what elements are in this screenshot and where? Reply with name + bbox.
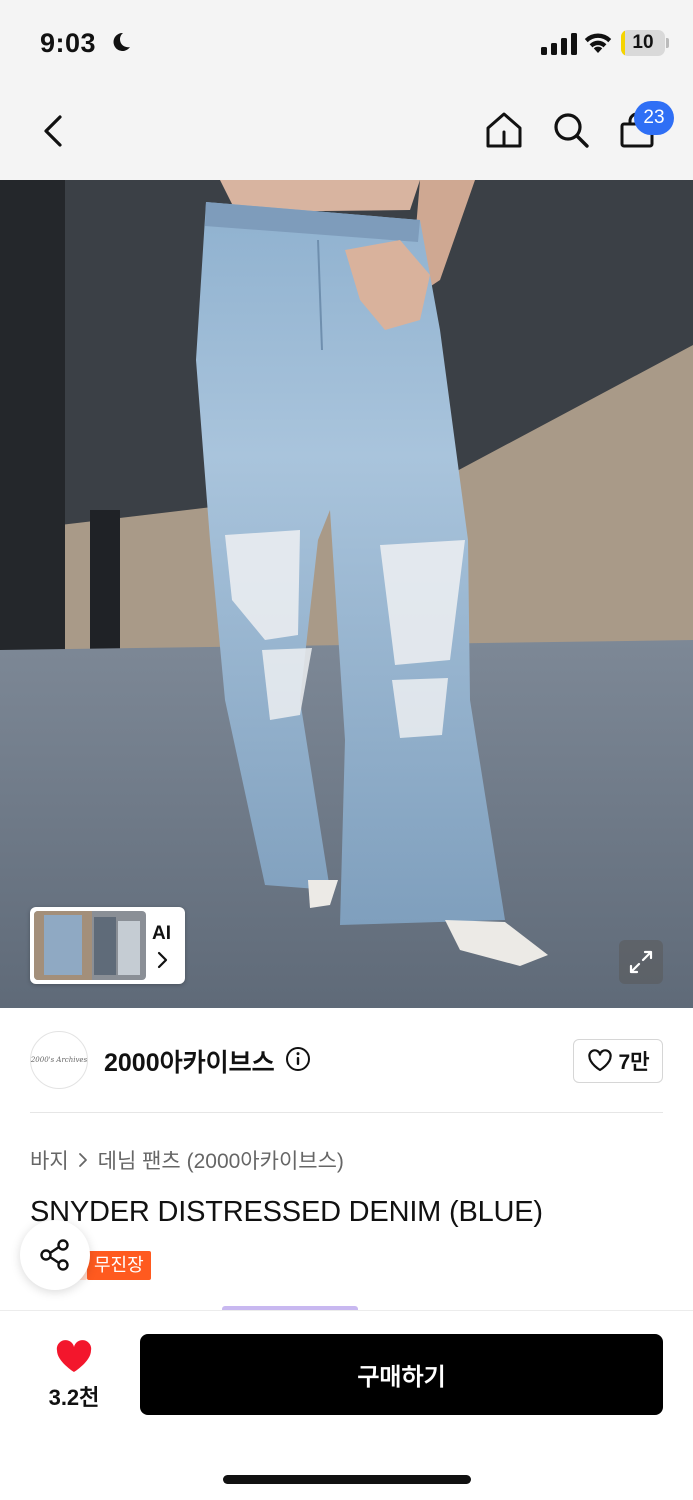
brand-like-count: 7만 <box>618 1051 650 1074</box>
favorite-count: 3.2천 <box>48 1385 100 1410</box>
product-title: SNYDER DISTRESSED DENIM (BLUE) <box>30 1196 543 1228</box>
top-navigation <box>0 88 693 180</box>
search-icon <box>554 113 589 148</box>
ai-lookbook-card[interactable]: AI <box>30 907 185 984</box>
signal-icon <box>541 33 577 55</box>
expand-icon <box>629 950 653 974</box>
status-bar: 9:03 10 <box>0 0 693 88</box>
buy-button[interactable]: 구매하기 <box>140 1334 663 1415</box>
moon-icon <box>113 32 130 51</box>
heart-outline-icon <box>587 1049 612 1072</box>
battery-tip <box>666 38 669 48</box>
section-divider <box>30 1112 663 1113</box>
share-button[interactable] <box>20 1220 90 1290</box>
share-icon <box>40 1239 69 1271</box>
cart-count-badge: 23 <box>634 101 674 135</box>
ai-label: AI <box>152 923 171 944</box>
wifi-icon <box>584 33 612 53</box>
home-button[interactable] <box>480 106 528 154</box>
breadcrumb-category[interactable]: 바지 <box>30 1145 69 1175</box>
chevron-right-icon <box>78 1153 87 1167</box>
status-time: 9:03 <box>40 28 97 58</box>
brand-logo[interactable]: 2000's Archives <box>30 1031 88 1089</box>
heart-filled-icon <box>56 1340 92 1372</box>
lookbook-thumbnail <box>34 911 146 980</box>
breadcrumb: 바지 데님 팬츠 (2000아카이브스) <box>30 1145 344 1175</box>
back-icon <box>44 115 62 147</box>
search-button[interactable] <box>547 106 595 154</box>
back-button[interactable] <box>30 108 76 154</box>
brand-name[interactable]: 2000아카이브스 <box>104 1043 275 1079</box>
product-photo <box>0 180 693 1008</box>
favorite-button[interactable] <box>40 1340 108 1379</box>
product-image[interactable] <box>0 180 693 1008</box>
breadcrumb-subcategory[interactable]: 데님 팬츠 (2000아카이브스) <box>98 1145 344 1175</box>
brand-like-button[interactable]: 7만 <box>573 1039 663 1083</box>
battery-percent: 10 <box>632 32 654 53</box>
expand-image-button[interactable] <box>619 940 663 984</box>
battery-indicator: 10 <box>621 30 665 56</box>
home-icon <box>486 112 522 148</box>
home-indicator[interactable] <box>223 1475 471 1484</box>
musinsa-tag: 무진장 <box>87 1251 151 1280</box>
chevron-right-icon <box>157 951 168 969</box>
info-icon[interactable] <box>285 1046 311 1072</box>
brand-logo-text: 2000's Archives <box>30 1056 88 1064</box>
